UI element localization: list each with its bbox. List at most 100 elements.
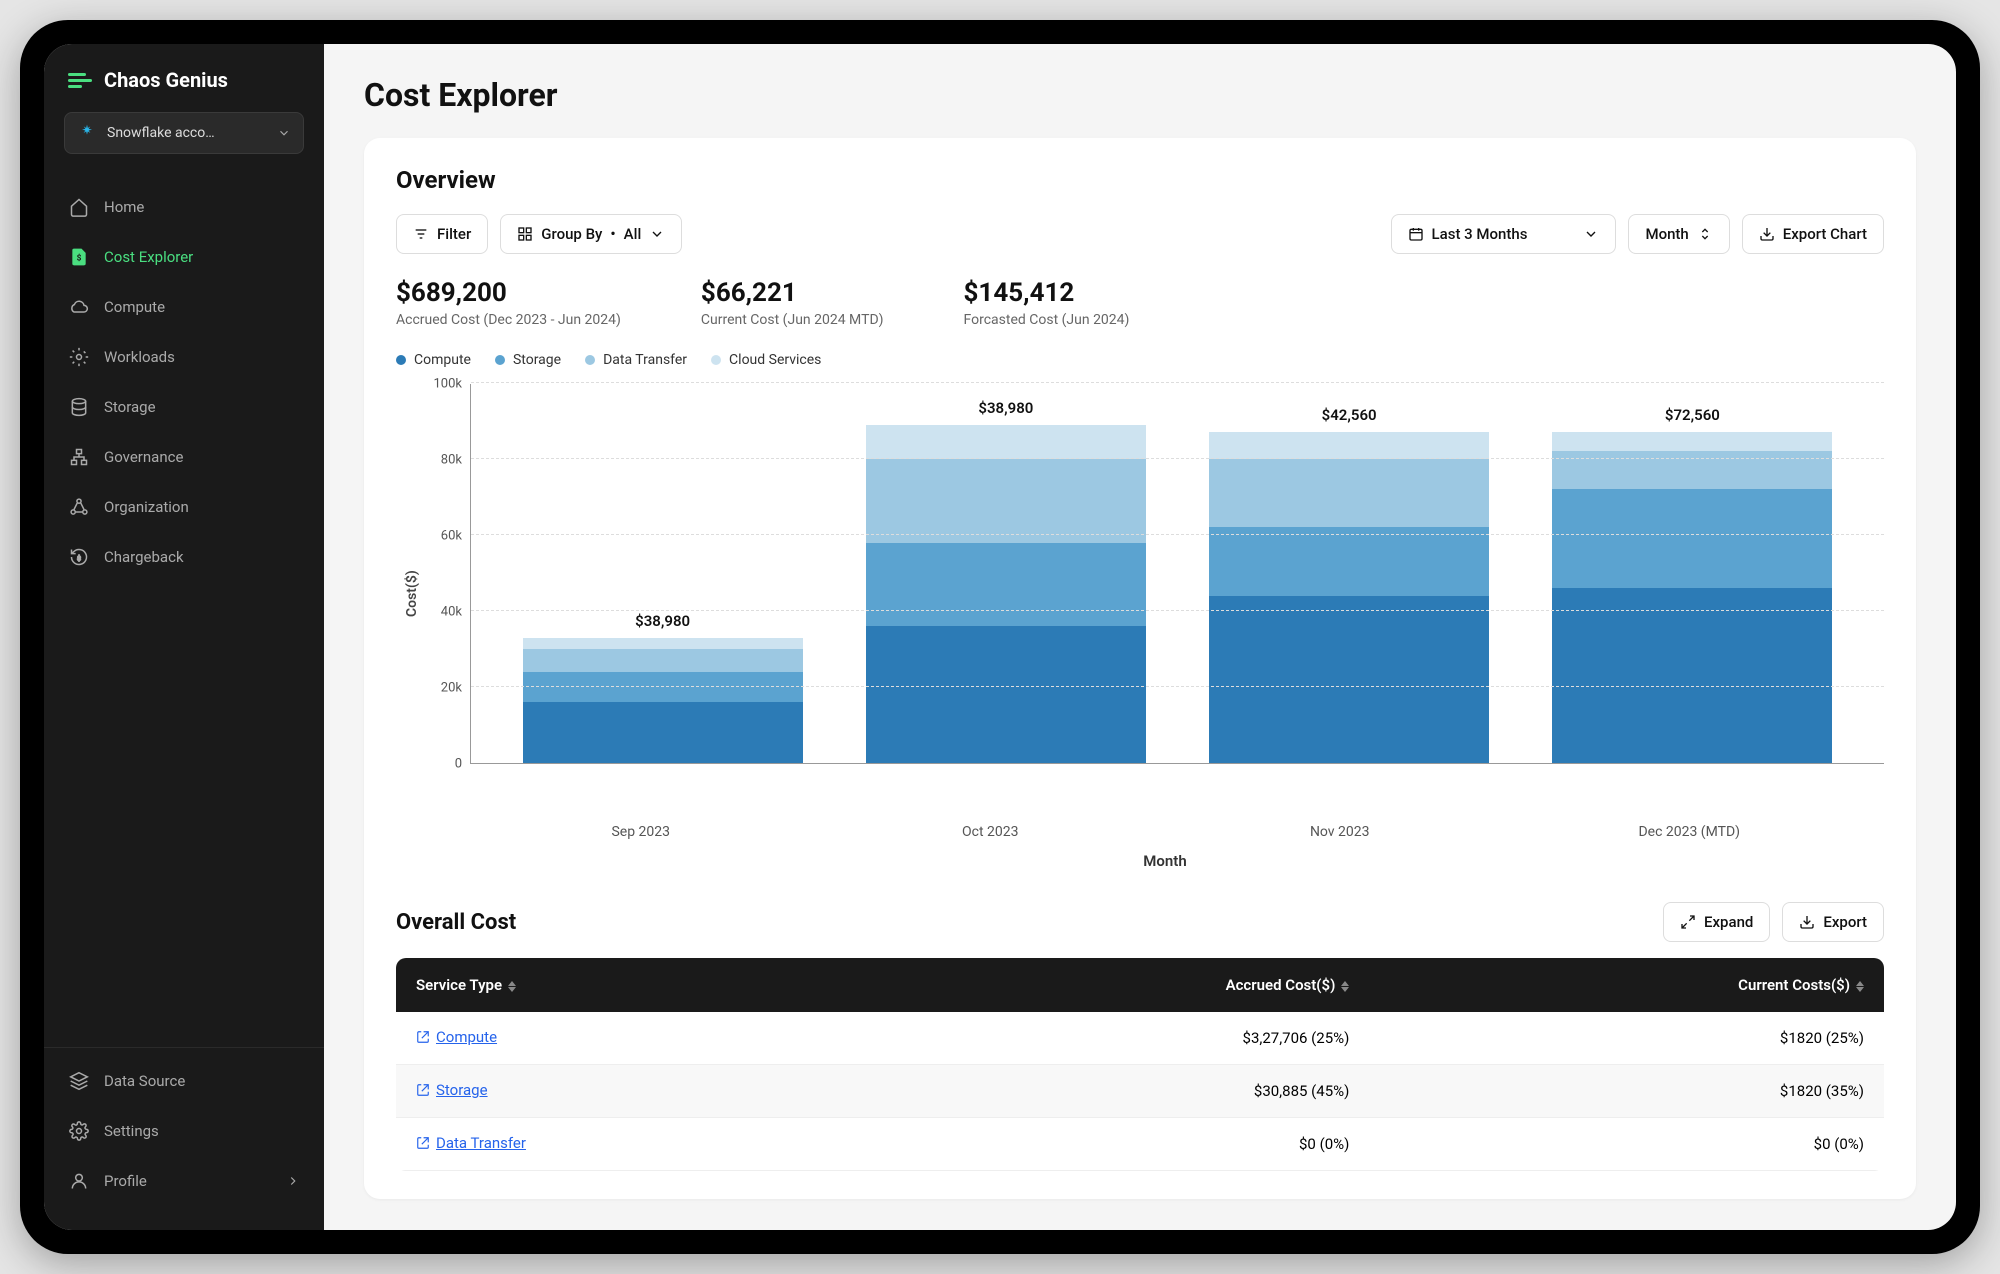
chevron-right-icon [286,1174,300,1188]
grid-line [471,686,1884,687]
sidebar-item-label: Compute [104,298,165,316]
accrued-cell: $0 (0%) [861,1118,1369,1171]
device-frame: Chaos Genius Snowflake acco… Home $ Cost… [20,20,1980,1254]
chevron-down-icon [1583,226,1599,242]
export-chart-label: Export Chart [1783,225,1867,243]
current-cell: $0 (0%) [1369,1118,1884,1171]
service-name: Compute [436,1028,497,1046]
x-axis-label: Month [396,852,1884,870]
date-range-selector[interactable]: Last 3 Months [1391,214,1617,254]
cost-chart: Cost($) 020k40k60k80k100k $38,980$38,980… [396,384,1884,804]
service-link[interactable]: Compute [416,1028,497,1046]
grid-line [471,534,1884,535]
page-title: Cost Explorer [364,76,1916,114]
granularity-selector[interactable]: Month [1628,214,1729,254]
overview-stats: $689,200 Accrued Cost (Dec 2023 - Jun 20… [396,278,1884,328]
chevron-down-icon [277,126,291,140]
service-link[interactable]: Data Transfer [416,1134,526,1152]
granularity-value: Month [1645,225,1688,243]
gear-icon [68,346,90,368]
bar-segment [523,702,803,763]
legend-item[interactable]: Storage [495,352,561,368]
legend-label: Cloud Services [729,352,821,368]
service-link[interactable]: Storage [416,1081,488,1099]
bar-label: $38,980 [523,612,803,630]
table-row: Storage $30,885 (45%) $1820 (35%) [396,1065,1884,1118]
account-selector[interactable]: Snowflake acco… [64,112,304,154]
sidebar-item-label: Home [104,198,144,216]
bar-segment [1552,432,1832,451]
sidebar-item-label: Storage [104,398,156,416]
legend-item[interactable]: Data Transfer [585,352,687,368]
overall-cost-table: Service Type Accrued Cost($) Current Cos… [396,958,1884,1171]
main-content: Cost Explorer Overview Filter Group By •… [324,44,1956,1230]
sidebar-item-storage[interactable]: Storage [44,382,324,432]
bar-group[interactable]: $72,560 [1552,432,1832,763]
sidebar-item-workloads[interactable]: Workloads [44,332,324,382]
service-name: Storage [436,1081,488,1099]
sidebar-item-label: Workloads [104,348,175,366]
sidebar-item-governance[interactable]: Governance [44,432,324,482]
col-accrued-cost[interactable]: Accrued Cost($) [861,958,1369,1012]
sidebar-item-chargeback[interactable]: $ Chargeback [44,532,324,582]
col-service-type[interactable]: Service Type [396,958,861,1012]
bar-segment [1552,588,1832,763]
legend-item[interactable]: Cloud Services [711,352,821,368]
col-current-cost[interactable]: Current Costs($) [1369,958,1884,1012]
grid-line [471,610,1884,611]
groupby-value: All [624,225,642,243]
sidebar-item-organization[interactable]: Organization [44,482,324,532]
expand-button[interactable]: Expand [1663,902,1770,942]
bar-group[interactable]: $38,980 [866,425,1146,763]
snowflake-icon [77,123,97,143]
sidebar-item-cost-explorer[interactable]: $ Cost Explorer [44,232,324,282]
export-table-button[interactable]: Export [1782,902,1884,942]
svg-text:$: $ [77,554,81,562]
sidebar-item-compute[interactable]: Compute [44,282,324,332]
stat-label: Forcasted Cost (Jun 2024) [964,312,1130,328]
sidebar-item-data-source[interactable]: Data Source [44,1056,324,1106]
y-tick: 0 [455,757,462,772]
open-icon [416,1083,430,1097]
bar-group[interactable]: $38,980 [523,638,803,763]
export-chart-button[interactable]: Export Chart [1742,214,1884,254]
legend-dot [585,355,595,365]
sidebar-item-label: Cost Explorer [104,248,193,266]
sidebar-item-profile[interactable]: Profile [44,1156,324,1206]
legend-item[interactable]: Compute [396,352,471,368]
bar-label: $42,560 [1209,406,1489,424]
x-tick: Nov 2023 [1200,824,1480,840]
sidebar-item-settings[interactable]: Settings [44,1106,324,1156]
sidebar-item-home[interactable]: Home [44,182,324,232]
sort-icon [1856,981,1864,992]
y-tick: 80k [441,453,462,468]
grid-icon [517,226,533,242]
sidebar-item-label: Governance [104,448,183,466]
filter-button[interactable]: Filter [396,214,488,254]
y-tick: 40k [441,605,462,620]
database-icon [68,396,90,418]
y-tick: 60k [441,529,462,544]
stat-label: Accrued Cost (Dec 2023 - Jun 2024) [396,312,621,328]
groupby-button[interactable]: Group By • All [500,214,682,254]
brand-logo: Chaos Genius [44,68,324,112]
y-tick: 20k [441,681,462,696]
overall-cost-header: Overall Cost Expand Export [396,902,1884,942]
service-name: Data Transfer [436,1134,526,1152]
table-row: Compute $3,27,706 (25%) $1820 (25%) [396,1012,1884,1065]
document-dollar-icon: $ [68,246,90,268]
chart-legend: Compute Storage Data Transfer Cloud Service… [396,352,1884,368]
bar-segment [523,638,803,649]
table-row: Data Transfer $0 (0%) $0 (0%) [396,1118,1884,1171]
bar-segment [1209,459,1489,527]
bar-segment [866,543,1146,627]
bar-segment [1209,596,1489,763]
bar-segment [523,649,803,672]
gear-icon [68,1120,90,1142]
stat-value: $689,200 [396,278,621,308]
bar-group[interactable]: $42,560 [1209,432,1489,763]
layers-icon [68,1070,90,1092]
x-axis: Sep 2023Oct 2023Nov 2023Dec 2023 (MTD) [396,812,1884,840]
bar-segment [1552,489,1832,588]
export-icon [1799,914,1815,930]
